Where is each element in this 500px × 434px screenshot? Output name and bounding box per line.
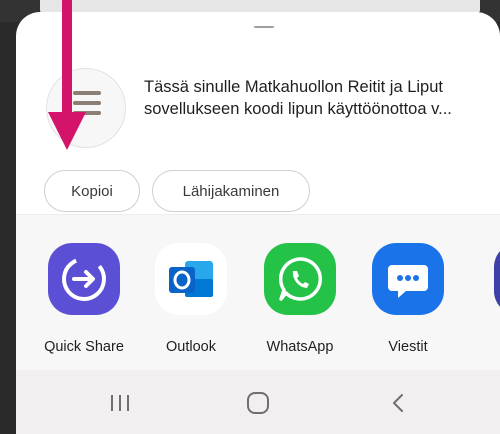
share-target-label: Outlook [166, 339, 216, 355]
annotation-arrow-icon [48, 0, 86, 150]
home-icon [247, 392, 269, 414]
system-navigation-bar [16, 370, 500, 434]
share-target-label: T [466, 339, 500, 355]
share-target-label: WhatsApp [266, 339, 334, 355]
messages-icon [372, 243, 444, 315]
share-target-whatsapp[interactable]: WhatsApp [250, 243, 350, 355]
share-target-messages[interactable]: Viestit [358, 243, 458, 355]
whatsapp-icon [264, 243, 336, 315]
share-target-label: Viestit [388, 339, 428, 355]
home-button[interactable] [238, 388, 278, 418]
preview-line-1: Tässä sinulle Matkahuollon Reitit ja Lip… [144, 78, 443, 96]
sheet-drag-handle[interactable] [254, 26, 274, 28]
partial-app-icon [494, 243, 500, 315]
recents-button[interactable] [100, 388, 140, 418]
share-target-outlook[interactable]: Outlook [141, 243, 241, 355]
share-target-label: Quick Share [44, 339, 124, 355]
nearby-share-button[interactable]: Lähijakaminen [152, 170, 310, 212]
recents-icon [111, 395, 129, 411]
preview-line-2: sovellukseen koodi lipun käyttöönottoa v… [144, 100, 452, 118]
outlook-icon [155, 243, 227, 315]
share-screen: Tässä sinulle Matkahuollon Reitit ja Lip… [0, 0, 500, 434]
quick-share-icon [48, 243, 120, 315]
share-target-quick-share[interactable]: Quick Share [34, 243, 134, 355]
shared-text-preview: Tässä sinulle Matkahuollon Reitit ja Lip… [144, 76, 494, 120]
share-targets-row: Quick Share Outlook WhatsApp Viestit [16, 214, 500, 371]
copy-button[interactable]: Kopioi [44, 170, 140, 212]
back-button[interactable] [378, 388, 418, 418]
back-icon [393, 394, 403, 412]
share-target-partial[interactable]: T [466, 243, 500, 355]
